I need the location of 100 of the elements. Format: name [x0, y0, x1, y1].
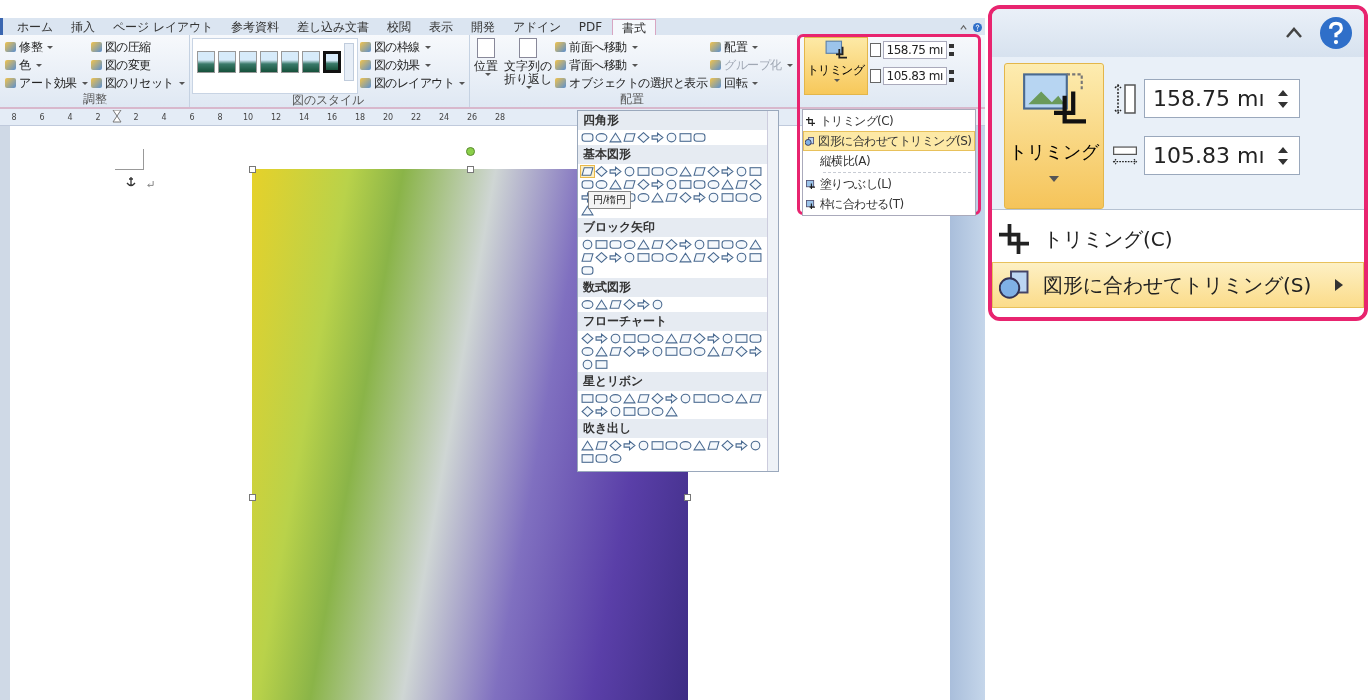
- shape-icon[interactable]: [595, 166, 608, 177]
- shape-icon[interactable]: [707, 179, 720, 190]
- menu-item[interactable]: 枠に合わせる(T): [802, 194, 975, 214]
- shape-icon[interactable]: [581, 205, 594, 216]
- ribbon-button[interactable]: 修整: [5, 38, 88, 56]
- ribbon-tab[interactable]: 書式: [612, 19, 657, 35]
- shape-icon[interactable]: [581, 393, 594, 404]
- crop-button[interactable]: トリミング: [1004, 63, 1104, 209]
- height-field[interactable]: 158.75 mı: [1144, 79, 1300, 118]
- shape-icon[interactable]: [665, 239, 678, 250]
- ribbon-tab[interactable]: アドイン: [504, 19, 569, 35]
- shape-icon[interactable]: [651, 440, 664, 451]
- ribbon-large-button[interactable]: 文字列の折り返し: [502, 38, 553, 89]
- shape-icon[interactable]: [595, 393, 608, 404]
- shape-icon[interactable]: [637, 440, 650, 451]
- shape-icon[interactable]: [651, 192, 664, 203]
- shape-icon[interactable]: [679, 179, 692, 190]
- shape-icon[interactable]: [735, 192, 748, 203]
- ribbon-button[interactable]: 図の圧縮: [90, 38, 185, 56]
- shape-icon[interactable]: [707, 192, 720, 203]
- shape-icon[interactable]: [749, 166, 762, 177]
- shape-icon[interactable]: [651, 239, 664, 250]
- shape-icon[interactable]: [693, 346, 706, 357]
- picture-style-thumbnail[interactable]: [280, 51, 299, 73]
- shape-icon[interactable]: [693, 393, 706, 404]
- shape-icon[interactable]: [609, 440, 622, 451]
- shape-icon[interactable]: [581, 299, 594, 310]
- ribbon-button[interactable]: オブジェクトの選択と表示: [555, 74, 707, 92]
- shape-icon[interactable]: [679, 252, 692, 263]
- shape-icon[interactable]: [637, 179, 650, 190]
- shape-icon[interactable]: [679, 393, 692, 404]
- shape-icon[interactable]: [581, 132, 594, 143]
- shape-icon[interactable]: [693, 179, 706, 190]
- crop-button[interactable]: トリミング: [803, 37, 868, 95]
- ribbon-button[interactable]: 図の効果: [359, 56, 465, 74]
- shape-icon[interactable]: [735, 166, 748, 177]
- shape-icon[interactable]: [707, 346, 720, 357]
- ribbon-button[interactable]: 図の枠線: [359, 38, 465, 56]
- shape-icon[interactable]: [609, 166, 622, 177]
- height-field[interactable]: 158.75 mı: [882, 41, 947, 59]
- shape-icon[interactable]: [581, 179, 594, 190]
- shape-icon[interactable]: [637, 299, 650, 310]
- shape-icon[interactable]: [693, 440, 706, 451]
- shape-icon[interactable]: [707, 440, 720, 451]
- ribbon-tab[interactable]: 挿入: [63, 19, 103, 35]
- shape-icon[interactable]: [609, 132, 622, 143]
- ribbon-button[interactable]: 背面へ移動: [555, 56, 707, 74]
- rotation-handle[interactable]: [466, 147, 475, 156]
- shape-icon[interactable]: [595, 346, 608, 357]
- shape-icon[interactable]: [623, 166, 636, 177]
- help-icon[interactable]: [973, 23, 982, 32]
- shape-icon[interactable]: [651, 346, 664, 357]
- shape-icon[interactable]: [679, 239, 692, 250]
- width-field[interactable]: 105.83 mı: [1144, 136, 1300, 175]
- shape-icon[interactable]: [721, 166, 734, 177]
- ribbon-large-button[interactable]: 位置: [472, 38, 500, 76]
- shape-icon[interactable]: [595, 252, 608, 263]
- ribbon-tab[interactable]: ホーム: [9, 19, 61, 35]
- menu-item[interactable]: 図形に合わせてトリミング(S): [992, 262, 1364, 308]
- shape-icon[interactable]: [651, 333, 664, 344]
- shape-icon[interactable]: [665, 252, 678, 263]
- shape-icon[interactable]: [595, 132, 608, 143]
- shape-icon[interactable]: [651, 406, 664, 417]
- shape-icon[interactable]: [609, 299, 622, 310]
- shape-icon[interactable]: [679, 440, 692, 451]
- shape-icon[interactable]: [693, 166, 706, 177]
- selection-handle[interactable]: [684, 494, 691, 501]
- shape-icon[interactable]: [749, 333, 762, 344]
- shape-icon[interactable]: [665, 406, 678, 417]
- shape-icon[interactable]: [707, 393, 720, 404]
- shape-icon[interactable]: [609, 406, 622, 417]
- shape-icon[interactable]: [609, 333, 622, 344]
- shape-icon[interactable]: [623, 252, 636, 263]
- shape-icon[interactable]: [679, 132, 692, 143]
- shape-icon[interactable]: [707, 166, 720, 177]
- spinner-icon[interactable]: [948, 44, 954, 56]
- help-icon[interactable]: [1320, 17, 1352, 49]
- picture-style-thumbnail[interactable]: [238, 51, 257, 73]
- ribbon-button[interactable]: 図のリセット: [90, 74, 185, 92]
- shape-icon[interactable]: [581, 346, 594, 357]
- shape-icon[interactable]: [707, 239, 720, 250]
- shape-icon[interactable]: [581, 333, 594, 344]
- shape-icon[interactable]: [735, 179, 748, 190]
- shape-icon[interactable]: [749, 179, 762, 190]
- shape-icon[interactable]: [595, 359, 608, 370]
- shape-icon[interactable]: [721, 346, 734, 357]
- shape-icon[interactable]: [595, 406, 608, 417]
- shape-icon[interactable]: [735, 333, 748, 344]
- shape-icon[interactable]: [623, 406, 636, 417]
- ribbon-button[interactable]: 色: [5, 56, 88, 74]
- collapse-ribbon-icon[interactable]: [1284, 26, 1304, 40]
- shape-icon[interactable]: [665, 132, 678, 143]
- shape-icon[interactable]: [693, 192, 706, 203]
- ribbon-button[interactable]: アート効果: [5, 74, 88, 92]
- shape-icon[interactable]: [735, 393, 748, 404]
- shape-icon[interactable]: [651, 299, 664, 310]
- picture-style-thumbnail[interactable]: [196, 51, 215, 73]
- picture-style-thumbnail[interactable]: [301, 51, 320, 73]
- shape-icon[interactable]: [721, 393, 734, 404]
- shape-icon[interactable]: [721, 179, 734, 190]
